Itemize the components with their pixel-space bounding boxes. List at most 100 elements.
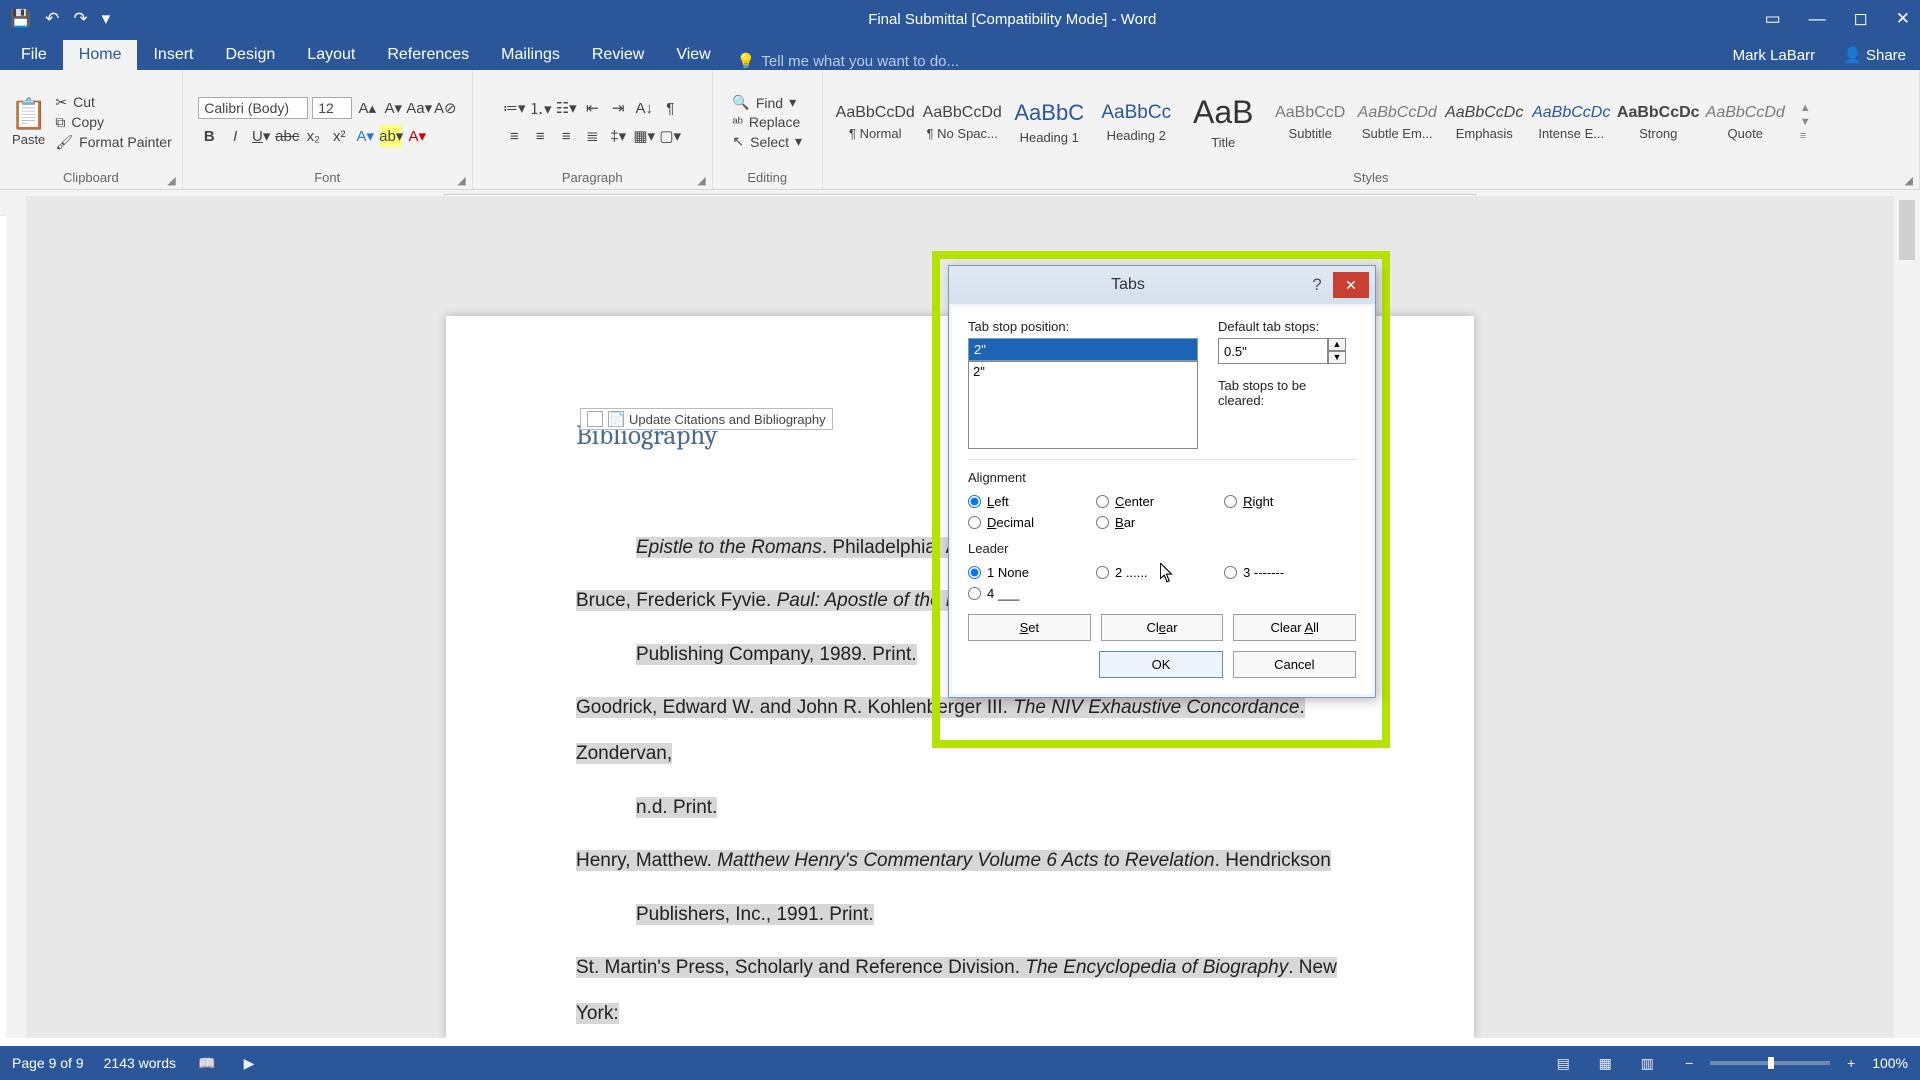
styles-expand-icon[interactable]: ≡ [1800, 130, 1811, 142]
web-layout-icon[interactable]: ▥ [1636, 1052, 1658, 1074]
account-name[interactable]: Mark LaBarr [1719, 41, 1830, 70]
align-left-icon[interactable]: ≡ [503, 125, 525, 147]
align-decimal-radio[interactable]: Decimal [968, 512, 1096, 533]
strike-button[interactable]: abc [276, 125, 298, 147]
tab-layout[interactable]: Layout [291, 40, 371, 70]
italic-button[interactable]: I [224, 125, 246, 147]
read-mode-icon[interactable]: ▤ [1552, 1052, 1574, 1074]
style-card[interactable]: AaBbCcDdQuote [1703, 83, 1788, 161]
justify-icon[interactable]: ≣ [581, 125, 603, 147]
share-button[interactable]: 👤 Share [1829, 40, 1920, 70]
leader-3-radio[interactable]: 3 ------- [1224, 562, 1352, 583]
close-icon[interactable]: ✕ [1896, 9, 1910, 29]
tab-file[interactable]: File [5, 40, 63, 70]
spellcheck-icon[interactable]: 📖 [196, 1052, 218, 1074]
undo-icon[interactable]: ↶ [45, 9, 59, 29]
save-icon[interactable]: 💾 [10, 9, 31, 29]
style-card[interactable]: AaBTitle [1181, 83, 1266, 161]
vertical-ruler[interactable] [6, 196, 26, 1038]
tab-design[interactable]: Design [209, 40, 291, 70]
clear-button[interactable]: Clear [1101, 614, 1224, 641]
multilevel-icon[interactable]: ☷▾ [555, 97, 577, 119]
spin-down-icon[interactable]: ▼ [1328, 351, 1346, 364]
style-card[interactable]: AaBbCcDcStrong [1616, 83, 1701, 161]
highlight-icon[interactable]: ab▾ [380, 125, 402, 147]
underline-button[interactable]: U▾ [250, 125, 272, 147]
qat-custom-icon[interactable]: ▾ [102, 9, 111, 29]
tell-me-input[interactable]: 💡Tell me what you want to do... [737, 52, 959, 70]
page-count[interactable]: Page 9 of 9 [12, 1055, 84, 1071]
align-center-icon[interactable]: ≡ [529, 125, 551, 147]
shrink-font-icon[interactable]: A▾ [382, 97, 404, 119]
numbering-icon[interactable]: ⒈▾ [529, 97, 551, 119]
copy-button[interactable]: ⧉Copy [55, 114, 171, 131]
zoom-level[interactable]: 100% [1872, 1055, 1908, 1071]
scroll-thumb[interactable] [1899, 200, 1915, 260]
grow-font-icon[interactable]: A▴ [356, 97, 378, 119]
ribbon-display-icon[interactable]: ▭ [1765, 9, 1781, 29]
align-bar-radio[interactable]: Bar [1096, 512, 1224, 533]
align-left-radio[interactable]: LLefteft [968, 491, 1096, 512]
align-center-radio[interactable]: Center [1096, 491, 1224, 512]
find-button[interactable]: 🔍Find ▾ [732, 94, 802, 111]
indent-icon[interactable]: ⇥ [607, 97, 629, 119]
citations-banner[interactable]: 📄 Update Citations and Bibliography [580, 408, 833, 430]
leader-1-radio[interactable]: 1 None [968, 562, 1096, 583]
tabstop-list[interactable]: 2" [968, 361, 1198, 449]
style-card[interactable]: AaBbCcDdSubtle Em... [1355, 83, 1440, 161]
style-card[interactable]: AaBbCcHeading 2 [1094, 83, 1179, 161]
style-card[interactable]: AaBbCcDd¶ Normal [833, 83, 918, 161]
zoom-slider[interactable] [1710, 1061, 1830, 1065]
align-right-radio[interactable]: Right [1224, 491, 1352, 512]
text-effects-icon[interactable]: A▾ [354, 125, 376, 147]
dialog-launcher-icon[interactable]: ◢ [167, 174, 175, 187]
bullets-icon[interactable]: ≔▾ [503, 97, 525, 119]
help-icon[interactable]: ? [1301, 275, 1333, 295]
outdent-icon[interactable]: ⇤ [581, 97, 603, 119]
vertical-scrollbar[interactable] [1894, 196, 1920, 1038]
bold-button[interactable]: B [198, 125, 220, 147]
maximize-icon[interactable]: ◻ [1854, 9, 1868, 29]
clear-format-icon[interactable]: A⊘ [434, 97, 456, 119]
font-color-icon[interactable]: A▾ [406, 125, 428, 147]
tabstop-input[interactable] [968, 338, 1198, 361]
replace-button[interactable]: ᵃᵇReplace [732, 114, 802, 130]
align-right-icon[interactable]: ≡ [555, 125, 577, 147]
tab-mailings[interactable]: Mailings [485, 40, 576, 70]
minimize-icon[interactable]: — [1809, 9, 1826, 29]
change-case-icon[interactable]: Aa▾ [408, 97, 430, 119]
leader-2-radio[interactable]: 2 ...... [1096, 562, 1224, 583]
show-marks-icon[interactable]: ¶ [659, 97, 681, 119]
default-tabs-input[interactable] [1218, 338, 1328, 364]
style-card[interactable]: AaBbCcDcIntense E... [1529, 83, 1614, 161]
paste-button[interactable]: 📋 Paste [10, 97, 47, 147]
tab-review[interactable]: Review [576, 40, 660, 70]
borders-icon[interactable]: ▢▾ [659, 125, 681, 147]
tab-view[interactable]: View [660, 40, 726, 70]
format-painter-button[interactable]: 🖌Format Painter [55, 134, 171, 151]
dialog-launcher-icon[interactable]: ◢ [1905, 174, 1913, 187]
font-family-select[interactable]: Calibri (Body) [198, 97, 308, 119]
shading-icon[interactable]: ▦▾ [633, 125, 655, 147]
cut-button[interactable]: ✂Cut [55, 94, 171, 111]
tab-insert[interactable]: Insert [137, 40, 209, 70]
styles-up-icon[interactable]: ▲ [1800, 102, 1811, 114]
style-card[interactable]: AaBbCcDcEmphasis [1442, 83, 1527, 161]
cancel-button[interactable]: Cancel [1233, 651, 1356, 678]
zoom-out-icon[interactable]: − [1678, 1052, 1700, 1074]
clear-all-button[interactable]: Clear All [1233, 614, 1356, 641]
line-spacing-icon[interactable]: ‡▾ [607, 125, 629, 147]
zoom-in-icon[interactable]: + [1840, 1052, 1862, 1074]
sort-icon[interactable]: A↓ [633, 97, 655, 119]
macro-icon[interactable]: ▶ [238, 1052, 260, 1074]
style-card[interactable]: AaBbCcDSubtitle [1268, 83, 1353, 161]
set-button[interactable]: Set [968, 614, 1091, 641]
dialog-launcher-icon[interactable]: ◢ [697, 174, 705, 187]
tab-home[interactable]: Home [63, 40, 138, 70]
redo-icon[interactable]: ↷ [73, 9, 87, 29]
dialog-launcher-icon[interactable]: ◢ [457, 174, 465, 187]
print-layout-icon[interactable]: ▦ [1594, 1052, 1616, 1074]
ok-button[interactable]: OK [1099, 651, 1222, 678]
list-item[interactable]: 2" [973, 364, 1193, 379]
select-button[interactable]: ↖Select ▾ [732, 133, 802, 150]
